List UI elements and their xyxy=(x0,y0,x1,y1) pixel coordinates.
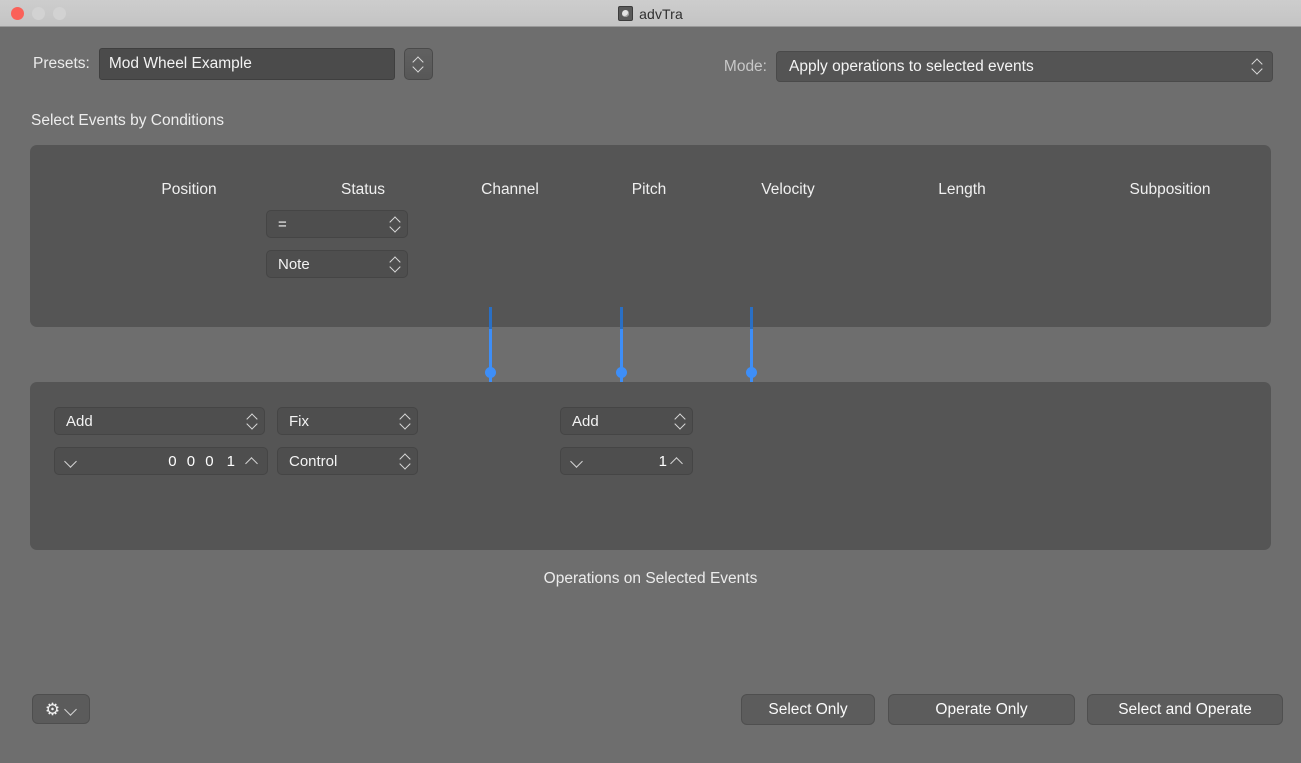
position-operation-popup[interactable]: Add xyxy=(54,407,265,435)
chevron-up-down-icon xyxy=(400,413,411,430)
select-and-operate-button[interactable]: Select and Operate xyxy=(1087,694,1283,725)
minimize-window-button[interactable] xyxy=(32,7,45,20)
operate-only-button[interactable]: Operate Only xyxy=(888,694,1075,725)
status-operation-popup[interactable]: Fix xyxy=(277,407,418,435)
presets-value: Mod Wheel Example xyxy=(108,55,252,72)
status-operation-type-value: Control xyxy=(289,452,338,470)
mode-select[interactable]: Apply operations to selected events xyxy=(776,51,1273,82)
chevron-down-icon[interactable] xyxy=(64,457,77,466)
column-header-pitch: Pitch xyxy=(631,181,667,198)
position-value-digits: 0 0 0 xyxy=(168,452,217,470)
chevron-down-icon[interactable] xyxy=(570,457,583,466)
mode-row: Mode: Apply operations to selected event… xyxy=(724,51,1273,82)
connector-handle[interactable] xyxy=(746,367,757,378)
chevron-up-icon[interactable] xyxy=(670,457,683,466)
gear-icon: ⚙ xyxy=(44,699,61,719)
position-value-stepper[interactable]: 0 0 0 1 xyxy=(54,447,268,475)
settings-menu-button[interactable]: ⚙ xyxy=(32,694,90,724)
column-header-status: Status xyxy=(341,181,385,198)
connector-handle[interactable] xyxy=(616,367,627,378)
window-controls xyxy=(11,7,66,20)
chevron-down-icon xyxy=(64,705,77,714)
pitch-operation-popup[interactable]: Add xyxy=(560,407,693,435)
presets-label: Presets: xyxy=(33,55,90,72)
column-header-length: Length xyxy=(938,181,986,198)
connector-handle[interactable] xyxy=(485,367,496,378)
column-header-velocity: Velocity xyxy=(761,181,815,198)
window-title: advTra xyxy=(639,5,683,22)
pitch-value-stepper[interactable]: 1 xyxy=(560,447,693,475)
title-cluster: advTra xyxy=(0,0,1301,27)
operations-panel: Add 0 0 0 1 Fix Control Add 1 xyxy=(30,382,1271,550)
position-value-last: 1 xyxy=(226,452,235,470)
presets-row: Presets: Mod Wheel Example xyxy=(33,48,433,80)
status-type-popup[interactable]: Note xyxy=(266,250,408,278)
chevron-up-down-icon xyxy=(247,413,258,430)
chevron-up-down-icon xyxy=(400,453,411,470)
column-header-position: Position xyxy=(161,181,217,198)
presets-field[interactable]: Mod Wheel Example xyxy=(98,48,395,80)
chevron-up-down-icon xyxy=(390,256,401,273)
pitch-value-digits: 1 xyxy=(658,452,670,470)
title-bar: advTra xyxy=(0,0,1301,27)
window-content: Presets: Mod Wheel Example Mode: Apply o… xyxy=(0,27,1301,763)
mode-label: Mode: xyxy=(723,57,767,75)
chevron-up-down-icon xyxy=(1252,58,1263,75)
mode-value: Apply operations to selected events xyxy=(789,57,1034,75)
presets-stepper-button[interactable] xyxy=(403,48,433,80)
status-operation-value: Fix xyxy=(289,412,309,430)
column-header-channel: Channel xyxy=(481,181,539,198)
operations-caption: Operations on Selected Events xyxy=(543,570,758,587)
status-operation-type-popup[interactable]: Control xyxy=(277,447,418,475)
position-operation-value: Add xyxy=(66,412,93,430)
status-operator-popup[interactable]: = xyxy=(266,210,408,238)
chevron-up-down-icon xyxy=(675,413,686,430)
app-icon xyxy=(618,6,634,21)
chevron-up-down-icon xyxy=(390,216,401,233)
column-header-subposition: Subposition xyxy=(1129,181,1211,198)
conditions-panel: Position Status Channel Pitch Velocity L… xyxy=(30,145,1271,327)
conditions-caption: Select Events by Conditions xyxy=(31,112,224,129)
maximize-window-button[interactable] xyxy=(53,7,66,20)
chevron-up-down-icon xyxy=(413,56,424,73)
pitch-operation-value: Add xyxy=(572,412,599,430)
status-type-value: Note xyxy=(278,255,310,273)
close-window-button[interactable] xyxy=(11,7,24,20)
chevron-up-icon[interactable] xyxy=(245,457,258,466)
status-operator-value: = xyxy=(278,215,287,233)
app-window: advTra Presets: Mod Wheel Example Mode: … xyxy=(0,0,1301,763)
select-only-button[interactable]: Select Only xyxy=(741,694,875,725)
